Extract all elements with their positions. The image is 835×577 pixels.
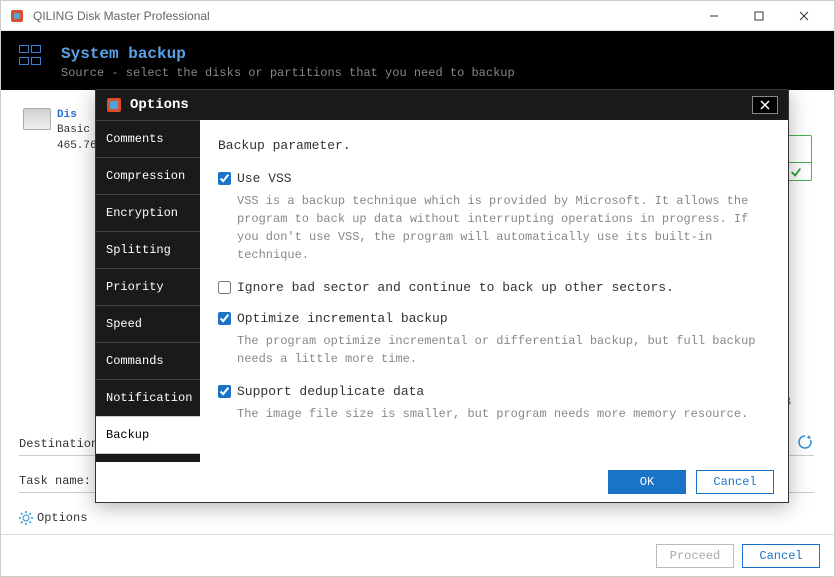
sidebar-item-speed[interactable]: Speed — [96, 305, 200, 343]
sidebar-item-commands[interactable]: Commands — [96, 342, 200, 380]
use-vss-desc: VSS is a backup technique which is provi… — [237, 192, 770, 264]
use-vss-checkbox[interactable] — [218, 172, 231, 185]
dialog-content: Backup parameter. Use VSS VSS is a backu… — [200, 120, 788, 462]
titlebar: QILING Disk Master Professional — [1, 1, 834, 31]
cancel-button[interactable]: Cancel — [742, 544, 820, 568]
app-icon — [9, 8, 25, 24]
optimize-incremental-label: Optimize incremental backup — [237, 311, 448, 326]
sidebar-item-compression[interactable]: Compression — [96, 157, 200, 195]
gear-icon — [19, 511, 33, 525]
bottom-bar: Proceed Cancel — [1, 534, 834, 576]
page-title: System backup — [61, 45, 515, 63]
optimize-incremental-checkbox[interactable] — [218, 312, 231, 325]
dialog-cancel-button[interactable]: Cancel — [696, 470, 774, 494]
maximize-button[interactable] — [736, 2, 781, 30]
dialog-title: Options — [130, 97, 752, 113]
minimize-button[interactable] — [691, 2, 736, 30]
disk-icon — [23, 108, 51, 130]
options-link[interactable]: Options — [19, 511, 87, 525]
page-subtitle: Source - select the disks or partitions … — [61, 66, 515, 80]
ignore-bad-sector-checkbox[interactable] — [218, 281, 231, 294]
window-controls — [691, 2, 826, 30]
use-vss-label: Use VSS — [237, 171, 292, 186]
dialog-titlebar: Options — [96, 90, 788, 120]
window-title: QILING Disk Master Professional — [33, 9, 691, 23]
sidebar-item-comments[interactable]: Comments — [96, 120, 200, 158]
page-header: System backup Source - select the disks … — [1, 31, 834, 90]
task-name-label: Task name: — [19, 474, 91, 488]
options-link-label: Options — [37, 511, 87, 525]
sidebar-item-splitting[interactable]: Splitting — [96, 231, 200, 269]
dialog-icon — [106, 97, 122, 113]
refresh-icon[interactable] — [796, 433, 814, 455]
sidebar-item-encryption[interactable]: Encryption — [96, 194, 200, 232]
sidebar-item-notification[interactable]: Notification — [96, 379, 200, 417]
dialog-footer: OK Cancel — [96, 462, 788, 502]
deduplicate-label: Support deduplicate data — [237, 384, 424, 399]
proceed-button[interactable]: Proceed — [656, 544, 734, 568]
ignore-bad-sector-label: Ignore bad sector and continue to back u… — [237, 280, 674, 295]
close-button[interactable] — [781, 2, 826, 30]
ok-button[interactable]: OK — [608, 470, 686, 494]
optimize-incremental-desc: The program optimize incremental or diff… — [237, 332, 770, 368]
sidebar-item-priority[interactable]: Priority — [96, 268, 200, 306]
section-title: Backup parameter. — [218, 138, 770, 153]
dialog-sidebar: Comments Compression Encryption Splittin… — [96, 120, 200, 462]
dialog-close-button[interactable] — [752, 96, 778, 114]
header-icon — [19, 45, 51, 67]
destination-label: Destination: — [19, 437, 105, 451]
deduplicate-checkbox[interactable] — [218, 385, 231, 398]
deduplicate-desc: The image file size is smaller, but prog… — [237, 405, 770, 423]
sidebar-item-backup[interactable]: Backup — [96, 416, 200, 454]
options-dialog: Options Comments Compression Encryption … — [95, 89, 789, 503]
